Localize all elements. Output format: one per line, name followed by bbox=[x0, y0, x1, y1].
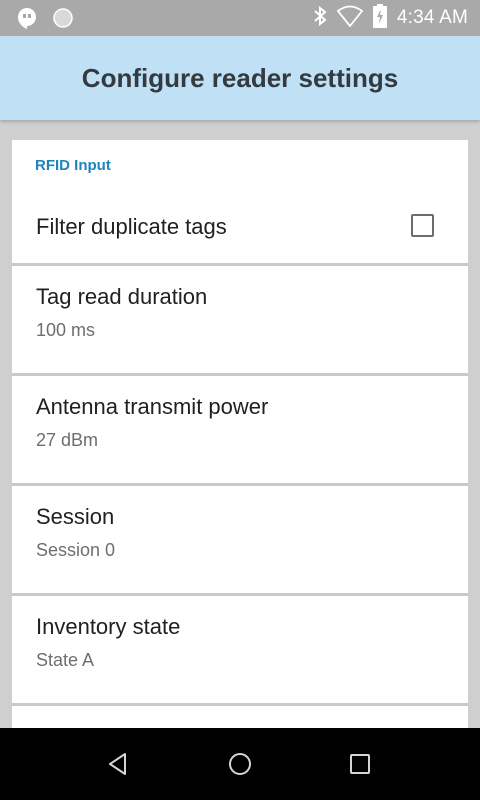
wifi-icon bbox=[336, 5, 364, 32]
setting-session[interactable]: Session Session 0 bbox=[12, 486, 468, 596]
circle-icon bbox=[52, 7, 74, 34]
setting-summary: Session 0 bbox=[36, 540, 116, 560]
setting-summary: State A bbox=[36, 650, 95, 670]
page-title: Configure reader settings bbox=[81, 62, 399, 93]
back-icon[interactable] bbox=[105, 750, 133, 778]
navigation-bar bbox=[0, 728, 480, 800]
settings-card: RFID Input Filter duplicate tags Tag rea… bbox=[12, 140, 468, 728]
status-bar: 4:34 AM bbox=[0, 0, 480, 36]
section-header-rfid-input: RFID Input bbox=[35, 156, 111, 174]
setting-antenna-transmit-power[interactable]: Antenna transmit power 27 dBm bbox=[12, 376, 468, 486]
setting-title: Antenna transmit power bbox=[36, 394, 269, 419]
setting-title: Session bbox=[36, 504, 115, 529]
status-left-icons bbox=[16, 7, 74, 34]
setting-tag-read-duration[interactable]: Tag read duration 100 ms bbox=[12, 266, 468, 376]
setting-next-partial[interactable] bbox=[12, 706, 468, 728]
setting-title: Inventory state bbox=[36, 614, 181, 639]
setting-inventory-state[interactable]: Inventory state State A bbox=[12, 596, 468, 706]
home-icon[interactable] bbox=[226, 750, 254, 778]
recents-icon[interactable] bbox=[346, 750, 374, 778]
setting-title: Filter duplicate tags bbox=[36, 214, 227, 239]
battery-charging-icon bbox=[372, 3, 387, 33]
status-right-icons: 4:34 AM bbox=[313, 0, 468, 36]
app-bar: Configure reader settings bbox=[0, 36, 480, 120]
hangouts-icon bbox=[16, 7, 38, 34]
status-time: 4:34 AM bbox=[396, 7, 468, 28]
bluetooth-icon bbox=[313, 5, 327, 32]
setting-summary: 27 dBm bbox=[36, 430, 99, 450]
filter-duplicates-checkbox[interactable] bbox=[411, 214, 434, 237]
setting-title: Tag read duration bbox=[36, 284, 208, 309]
setting-summary: 100 ms bbox=[36, 320, 96, 340]
setting-filter-duplicate-tags[interactable]: Filter duplicate tags bbox=[12, 190, 468, 266]
settings-list[interactable]: RFID Input Filter duplicate tags Tag rea… bbox=[12, 140, 468, 728]
